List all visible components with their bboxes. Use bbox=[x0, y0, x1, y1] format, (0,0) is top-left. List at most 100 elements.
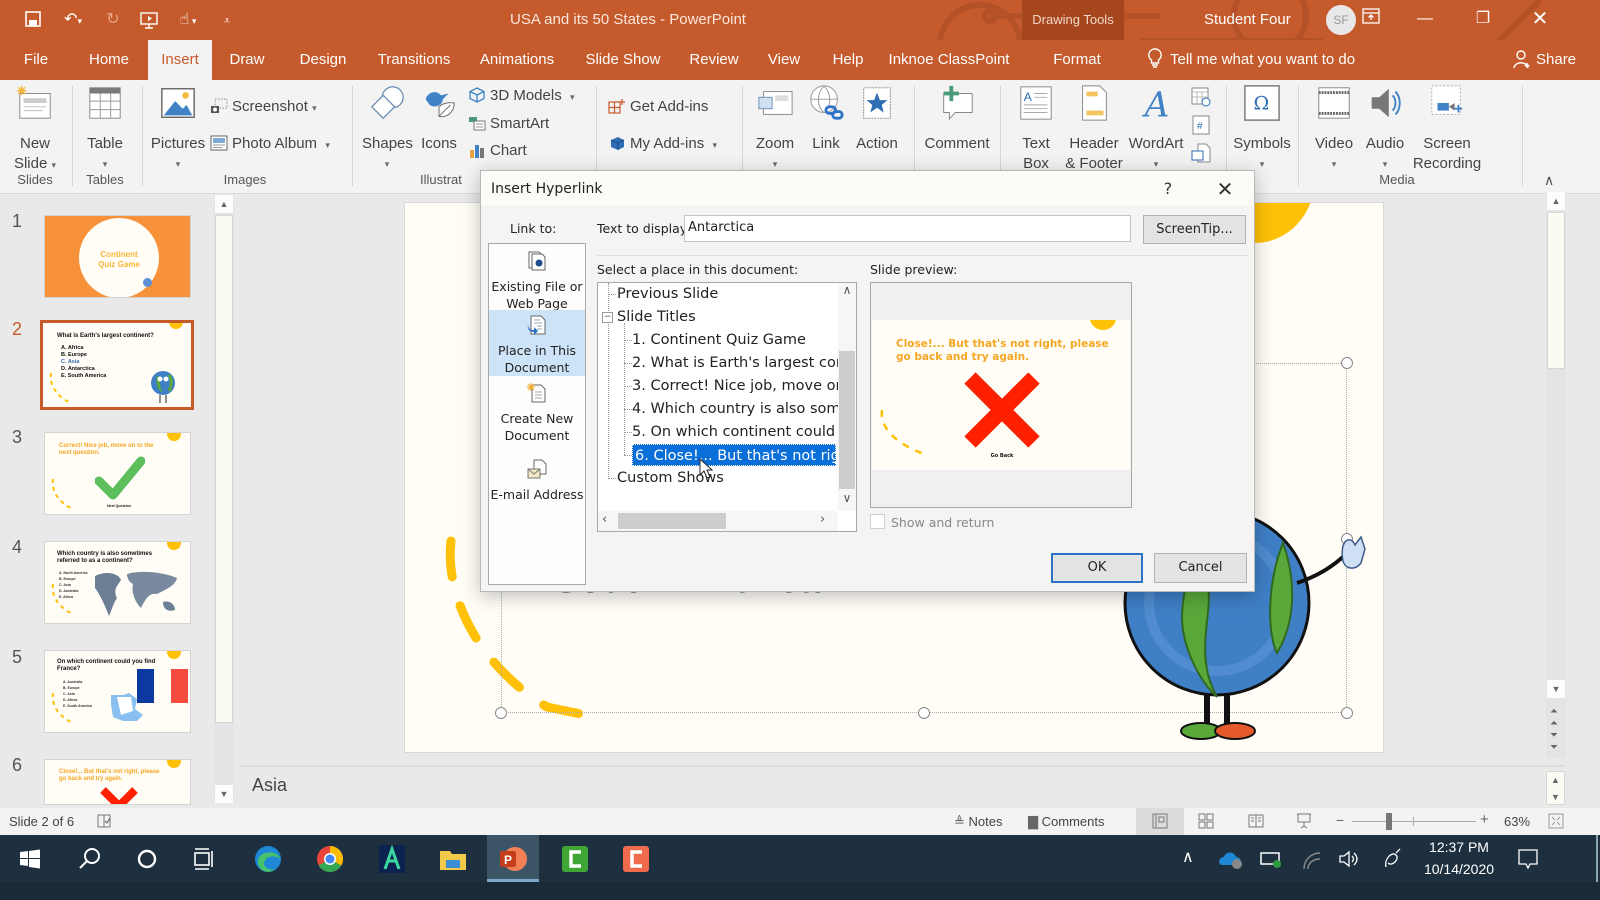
restore-icon[interactable]: ❐ bbox=[1468, 8, 1498, 30]
next-slide-icon[interactable]: ⏷ ⏷ bbox=[1550, 730, 1558, 754]
comment-button[interactable]: Comment bbox=[922, 84, 992, 154]
pictures-button[interactable]: Pictures ▾ bbox=[150, 84, 206, 174]
tab-slide-show[interactable]: Slide Show bbox=[580, 40, 666, 80]
slide-show-view-icon[interactable] bbox=[1296, 813, 1312, 829]
action-center-icon[interactable] bbox=[1516, 847, 1540, 871]
accessibility-check-icon[interactable] bbox=[96, 813, 112, 829]
slide-thumbnail-1[interactable]: Continent Quiz Game bbox=[44, 215, 191, 298]
fit-slide-icon[interactable] bbox=[1548, 813, 1564, 829]
get-addins-button[interactable]: Get Add-ins bbox=[608, 96, 708, 118]
header-footer-button[interactable]: Header & Footer bbox=[1064, 84, 1124, 174]
scroll-up-arrow[interactable]: ▲ bbox=[215, 195, 233, 213]
zoom-slider-track[interactable] bbox=[1352, 821, 1476, 822]
document-places-tree[interactable]: Previous Slide − Slide Titles 1. Contine… bbox=[597, 282, 857, 532]
scroll-down-arrow[interactable]: ▼ bbox=[215, 785, 233, 803]
avatar[interactable]: SF bbox=[1326, 5, 1356, 35]
undo-icon[interactable]: ↶▾ bbox=[58, 10, 88, 30]
link-to-email-address[interactable]: E-mail Address bbox=[489, 454, 585, 504]
tree-hscroll-thumb[interactable] bbox=[618, 513, 726, 529]
3d-models-button[interactable]: 3D Models ▾ bbox=[468, 85, 575, 107]
tree-scroll-thumb[interactable] bbox=[839, 351, 855, 489]
wifi-icon[interactable] bbox=[1298, 847, 1322, 871]
cancel-button[interactable]: Cancel bbox=[1154, 553, 1247, 583]
resize-handle[interactable] bbox=[918, 707, 930, 719]
shapes-button[interactable]: Shapes ▾ bbox=[362, 84, 413, 174]
slide-thumbnail-6[interactable]: Close!... But that's not right, please g… bbox=[44, 759, 191, 805]
tree-item-slide-titles[interactable]: Slide Titles bbox=[617, 306, 696, 328]
ribbon-display-options-icon[interactable] bbox=[1356, 8, 1386, 30]
notes-toggle-button[interactable]: ≜ Notes bbox=[954, 814, 1003, 830]
link-to-existing-file[interactable]: Existing File or Web Page bbox=[489, 246, 585, 311]
file-explorer-icon[interactable] bbox=[437, 843, 469, 875]
camtasia-green-icon[interactable] bbox=[559, 843, 591, 875]
slide-number-icon[interactable]: # bbox=[1190, 114, 1212, 136]
zoom-slider-thumb[interactable] bbox=[1386, 813, 1392, 830]
app-a-icon[interactable] bbox=[376, 843, 408, 875]
zoom-level[interactable]: 63% bbox=[1504, 814, 1530, 829]
wordart-button[interactable]: A WordArt ▾ bbox=[1126, 84, 1186, 174]
tree-item-slide-6[interactable]: 6. Close!... But that's not right, p bbox=[632, 444, 856, 466]
link-button[interactable]: Link bbox=[804, 84, 848, 154]
scroll-thumb[interactable] bbox=[1547, 212, 1565, 369]
icons-button[interactable]: Icons bbox=[416, 84, 462, 154]
edge-icon[interactable] bbox=[252, 843, 284, 875]
slide-panel-scrollbar[interactable]: ▲ ▼ bbox=[214, 195, 234, 803]
battery-icon[interactable] bbox=[1258, 847, 1284, 871]
cortana-icon[interactable] bbox=[131, 843, 163, 875]
object-icon[interactable] bbox=[1190, 142, 1212, 164]
help-button[interactable]: ? bbox=[1153, 176, 1183, 202]
user-name[interactable]: Student Four bbox=[1204, 11, 1291, 28]
tree-item-slide-3[interactable]: 3. Correct! Nice job, move on to bbox=[632, 375, 856, 397]
minimize-icon[interactable]: — bbox=[1410, 8, 1440, 30]
tab-help[interactable]: Help bbox=[826, 40, 870, 80]
slide-sorter-icon[interactable] bbox=[1198, 813, 1214, 829]
ok-button[interactable]: OK bbox=[1051, 553, 1143, 583]
zoom-button[interactable]: Zoom ▾ bbox=[752, 84, 798, 174]
symbols-button[interactable]: Ω Symbols ▾ bbox=[1232, 84, 1292, 174]
video-button[interactable]: Video ▾ bbox=[1310, 84, 1358, 174]
notes-pane[interactable]: Asia ▲ ▼ bbox=[240, 765, 1565, 807]
pen-icon[interactable] bbox=[1380, 847, 1404, 871]
resize-handle[interactable] bbox=[1341, 357, 1353, 369]
start-from-beginning-icon[interactable] bbox=[138, 10, 160, 30]
share-button[interactable]: Share bbox=[1536, 40, 1586, 80]
tab-draw[interactable]: Draw bbox=[222, 40, 272, 80]
text-to-display-input[interactable]: Antarctica bbox=[684, 215, 1131, 242]
tab-home[interactable]: Home bbox=[80, 40, 138, 80]
clock-time[interactable]: 12:37 PM bbox=[1414, 839, 1504, 855]
date-time-icon[interactable] bbox=[1190, 86, 1212, 108]
screenshot-button[interactable]: Screenshot ▾ bbox=[210, 96, 317, 118]
onedrive-icon[interactable] bbox=[1218, 847, 1244, 871]
tree-item-slide-2[interactable]: 2. What is Earth's largest contin bbox=[632, 352, 856, 374]
tab-insert[interactable]: Insert bbox=[148, 40, 212, 80]
close-icon[interactable]: ✕ bbox=[1525, 8, 1555, 30]
tree-item-slide-5[interactable]: 5. On which continent could you bbox=[632, 421, 856, 443]
new-slide-button[interactable]: New Slide ▾ bbox=[10, 84, 60, 175]
collapse-ribbon-icon[interactable]: ∧ bbox=[1544, 172, 1554, 189]
tree-item-slide-1[interactable]: 1. Continent Quiz Game bbox=[632, 329, 806, 351]
notes-scrollbar[interactable]: ▲ ▼ bbox=[1546, 771, 1565, 805]
tab-format[interactable]: Format bbox=[1030, 40, 1124, 80]
notes-text[interactable]: Asia bbox=[252, 775, 287, 796]
screentip-button[interactable]: ScreenTip... bbox=[1143, 215, 1246, 244]
scroll-thumb[interactable] bbox=[215, 215, 233, 723]
slide-thumbnail-3[interactable]: Correct! Nice job, move on to the next q… bbox=[44, 432, 191, 515]
smartart-button[interactable]: SmartArt bbox=[468, 113, 549, 135]
previous-slide-icon[interactable]: ⏶ ⏶ bbox=[1550, 706, 1558, 730]
chart-button[interactable]: Chart bbox=[468, 140, 527, 162]
start-icon[interactable] bbox=[14, 843, 46, 875]
tree-collapse-toggle[interactable]: − bbox=[602, 312, 613, 323]
search-icon[interactable] bbox=[74, 843, 106, 875]
tell-me-search[interactable]: Tell me what you want to do bbox=[1170, 40, 1370, 80]
comments-toggle-button[interactable]: ▇ Comments bbox=[1028, 814, 1104, 830]
zoom-in-button[interactable]: + bbox=[1480, 811, 1489, 828]
touch-mode-icon[interactable]: ☝ ▾ bbox=[170, 10, 206, 30]
action-button[interactable]: Action bbox=[852, 84, 902, 154]
tree-scroll-right-icon[interactable]: › bbox=[820, 512, 825, 527]
tab-file[interactable]: File bbox=[14, 40, 58, 80]
tab-design[interactable]: Design bbox=[290, 40, 356, 80]
screen-recording-button[interactable]: Screen Recording bbox=[1410, 84, 1484, 174]
table-button[interactable]: Table ▾ bbox=[82, 84, 128, 174]
show-desktop-button[interactable] bbox=[1596, 835, 1598, 882]
tree-scroll-up-icon[interactable]: ∧ bbox=[838, 283, 856, 303]
